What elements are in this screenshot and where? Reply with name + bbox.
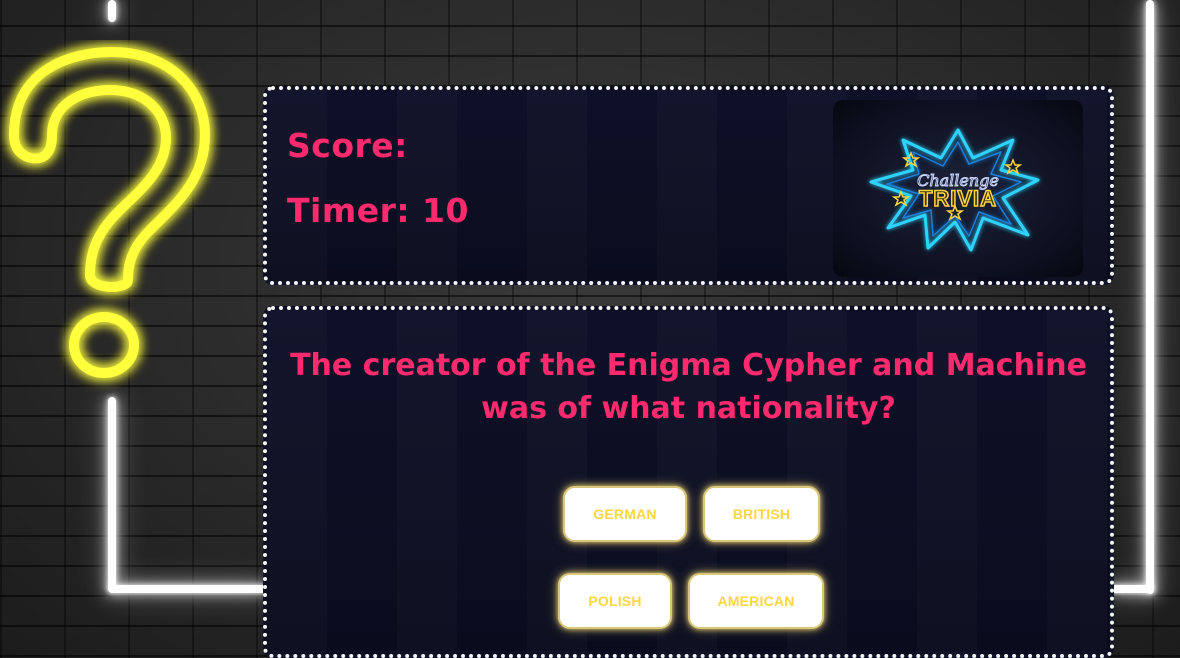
challenge-trivia-logo: Challenge TRIVIA (833, 100, 1083, 277)
star-icon (1003, 157, 1023, 175)
answer-button-american[interactable]: AMERICAN (688, 573, 824, 629)
question-panel: The creator of the Enigma Cypher and Mac… (263, 306, 1114, 658)
answer-button-german[interactable]: GERMAN (563, 486, 687, 542)
logo-title-text: TRIVIA (919, 186, 997, 211)
neon-line-bottom-right (1110, 585, 1154, 593)
neon-line-left-vertical (108, 397, 116, 591)
score-label: Score: (287, 126, 408, 165)
timer-label: Timer: 10 (287, 191, 469, 230)
neon-line-left-top (108, 0, 116, 22)
answer-button-british[interactable]: BRITISH (703, 486, 820, 542)
neon-line-bottom-left (108, 585, 268, 593)
question-text: The creator of the Enigma Cypher and Mac… (290, 348, 1087, 426)
answer-button-polish[interactable]: POLISH (558, 573, 672, 629)
neon-line-right-vertical (1146, 0, 1154, 594)
stats-panel: Score: Timer: 10 Challenge TRIVIA (263, 86, 1114, 285)
trivia-page: { "stats": { "score_label": "Score:", "t… (0, 0, 1180, 658)
neon-question-mark-icon (0, 40, 230, 400)
